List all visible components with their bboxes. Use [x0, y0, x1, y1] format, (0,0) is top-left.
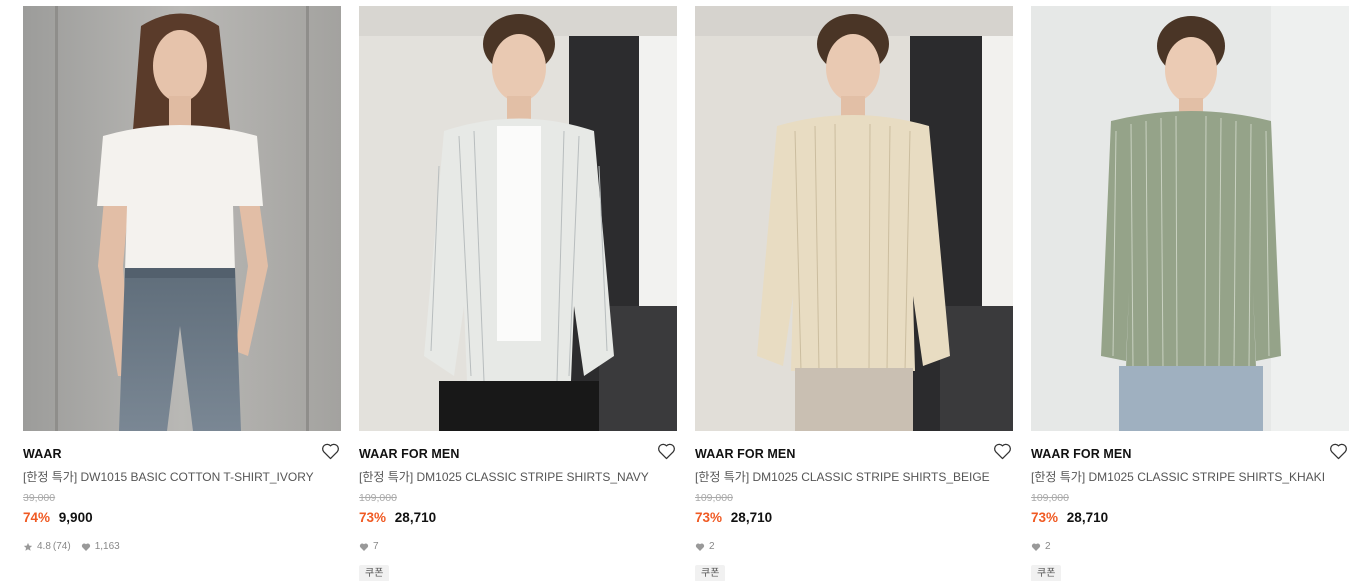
product-card[interactable]: WAAR FOR MEN [한정 특가] DM1025 CLASSIC STRI… [1031, 6, 1349, 581]
brand-name[interactable]: WAAR FOR MEN [359, 446, 677, 462]
heart-outline-icon[interactable] [993, 442, 1012, 460]
price-row: 73% 28,710 [1031, 509, 1349, 527]
coupon-badge: 쿠폰 [1031, 565, 1062, 581]
coupon-badge: 쿠폰 [695, 565, 726, 581]
discount-rate: 73% [695, 510, 723, 525]
brand-name[interactable]: WAAR FOR MEN [695, 446, 1013, 462]
product-card[interactable]: WAAR FOR MEN [한정 특가] DM1025 CLASSIC STRI… [695, 6, 1013, 581]
discount-rate: 73% [1031, 510, 1059, 525]
product-image[interactable] [1031, 6, 1349, 431]
sale-price: 9,900 [58, 510, 93, 525]
product-name[interactable]: [한정 특가] DW1015 BASIC COTTON T-SHIRT_IVOR… [23, 469, 341, 485]
like-count: 7 [373, 541, 379, 552]
original-price: 109,000 [1031, 492, 1069, 504]
brand-name[interactable]: WAAR FOR MEN [1031, 446, 1349, 462]
heart-outline-icon[interactable] [1329, 442, 1348, 460]
price-row: 73% 28,710 [695, 509, 1013, 527]
brand-name[interactable]: WAAR [23, 446, 341, 462]
original-price: 109,000 [695, 492, 733, 504]
price-row: 73% 28,710 [359, 509, 677, 527]
like-count: 2 [1045, 541, 1051, 552]
review-count: (74) [52, 541, 71, 552]
heart-filled-icon [81, 543, 90, 551]
sale-price: 28,710 [730, 510, 773, 525]
heart-filled-icon [695, 543, 705, 551]
product-image[interactable] [359, 6, 677, 431]
product-card[interactable]: WAAR FOR MEN [한정 특가] DM1025 CLASSIC STRI… [359, 6, 677, 581]
original-price: 39,000 [23, 492, 56, 504]
coupon-badge: 쿠폰 [359, 565, 390, 581]
product-image[interactable] [695, 6, 1013, 431]
sale-price: 28,710 [1066, 510, 1109, 525]
star-icon [23, 542, 33, 551]
product-stats: 2 [695, 541, 1013, 553]
product-name[interactable]: [한정 특가] DM1025 CLASSIC STRIPE SHIRTS_NAV… [359, 469, 677, 485]
discount-rate: 74% [23, 510, 51, 525]
likes: 2 [695, 541, 715, 553]
like-count: 1,163 [94, 541, 120, 552]
product-stats: 4.8 (74) 1,163 [23, 541, 341, 553]
sale-price: 28,710 [394, 510, 437, 525]
discount-rate: 73% [359, 510, 387, 525]
heart-outline-icon[interactable] [321, 442, 340, 460]
likes: 2 [1031, 541, 1051, 553]
rating: 4.8 (74) [23, 541, 71, 553]
likes: 7 [359, 541, 379, 553]
heart-filled-icon [359, 543, 369, 551]
heart-filled-icon [1031, 543, 1041, 551]
price-row: 74% 9,900 [23, 509, 341, 527]
original-price: 109,000 [359, 492, 397, 504]
product-stats: 7 [359, 541, 677, 553]
heart-outline-icon[interactable] [657, 442, 676, 460]
like-count: 2 [709, 541, 715, 552]
rating-value: 4.8 [37, 541, 51, 552]
product-stats: 2 [1031, 541, 1349, 553]
product-name[interactable]: [한정 특가] DM1025 CLASSIC STRIPE SHIRTS_BEI… [695, 469, 1013, 485]
product-card[interactable]: WAAR [한정 특가] DW1015 BASIC COTTON T-SHIRT… [23, 6, 341, 553]
product-name[interactable]: [한정 특가] DM1025 CLASSIC STRIPE SHIRTS_KHA… [1031, 469, 1349, 485]
product-grid: WAAR [한정 특가] DW1015 BASIC COTTON T-SHIRT… [0, 0, 1361, 581]
likes: 1,163 [81, 541, 120, 553]
product-image[interactable] [23, 6, 341, 431]
